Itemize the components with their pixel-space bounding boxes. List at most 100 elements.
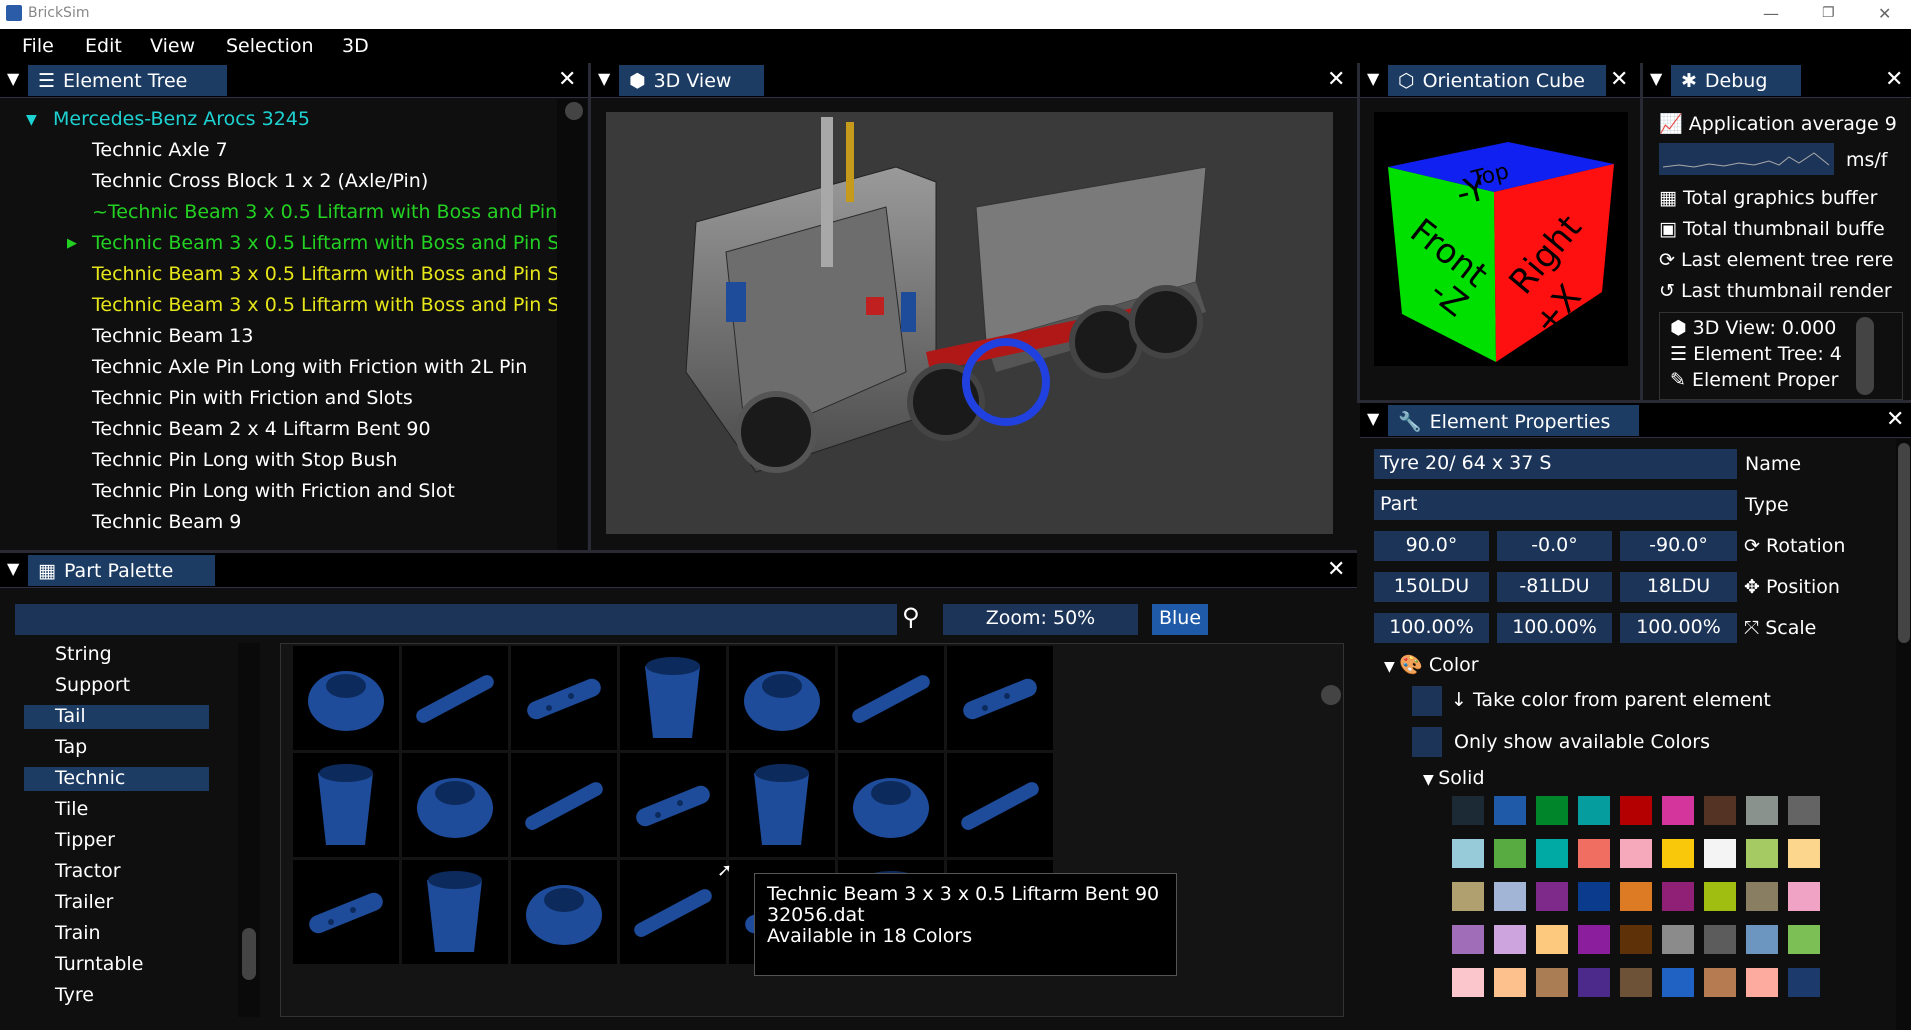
part-search-input[interactable] [15,604,897,635]
tree-item[interactable]: Technic Axle 7 [92,139,228,165]
color-swatch[interactable] [1746,839,1778,868]
color-swatch[interactable] [1494,796,1526,825]
part-thumbnail[interactable] [402,753,508,857]
tree-item[interactable]: Technic Pin with Friction and Slots [92,387,413,413]
part-thumbnail[interactable] [402,646,508,750]
minimize-button[interactable]: — [1763,4,1779,23]
part-thumbnail[interactable] [293,646,399,750]
color-swatch[interactable] [1620,925,1652,954]
panel-menu-icon[interactable]: ▼ [1367,409,1379,428]
part-grid-scroll-thumb[interactable] [1321,685,1341,705]
menu-file[interactable]: File [22,35,54,57]
type-field[interactable]: Part [1374,490,1737,520]
color-swatch[interactable] [1452,925,1484,954]
color-swatch[interactable] [1704,882,1736,911]
tree-item[interactable]: Technic Pin Long with Stop Bush [92,449,397,475]
color-swatch[interactable] [1662,968,1694,997]
color-swatch[interactable] [1662,796,1694,825]
category-item[interactable]: Tipper [24,829,209,853]
color-swatch[interactable] [1620,839,1652,868]
tree-scrollbar[interactable] [557,99,587,550]
menu-view[interactable]: View [150,35,195,57]
tree-item[interactable]: Technic Beam 3 x 0.5 Liftarm with Boss a… [92,294,559,320]
scale-z-field[interactable]: 100.00% [1620,613,1737,643]
category-item[interactable]: Technic [24,767,209,791]
color-swatch[interactable] [1536,796,1568,825]
close-panel-button[interactable]: ✕ [1327,557,1345,582]
color-swatch[interactable] [1704,796,1736,825]
panel-menu-icon[interactable]: ▼ [7,559,19,578]
color-swatch[interactable] [1494,839,1526,868]
color-swatch[interactable] [1746,925,1778,954]
color-swatch[interactable] [1788,882,1820,911]
search-icon[interactable]: ⚲ [902,603,920,631]
color-swatch[interactable] [1788,839,1820,868]
part-thumbnail[interactable] [511,860,617,964]
name-field[interactable]: Tyre 20/ 64 x 37 S [1374,449,1737,479]
color-swatch[interactable] [1452,796,1484,825]
part-thumbnail[interactable] [729,646,835,750]
color-swatch[interactable] [1536,839,1568,868]
restore-button[interactable]: ❐ [1822,5,1835,21]
tree-root-item[interactable]: Mercedes-Benz Arocs 3245 [53,108,310,134]
color-swatch[interactable] [1662,925,1694,954]
menu-edit[interactable]: Edit [85,35,122,57]
color-swatch[interactable] [1578,796,1610,825]
panel-menu-icon[interactable]: ▼ [7,69,19,88]
color-swatch[interactable] [1452,968,1484,997]
tab-part-palette[interactable]: ▦ Part Palette [28,555,215,586]
color-swatch[interactable] [1704,839,1736,868]
close-panel-button[interactable]: ✕ [558,67,576,92]
color-swatch[interactable] [1788,925,1820,954]
rotation-x-field[interactable]: 90.0° [1374,531,1489,561]
expand-arrow-icon[interactable]: ▶ [67,232,77,258]
tab-debug[interactable]: ✱ Debug [1671,65,1801,96]
part-thumbnail[interactable] [729,753,835,857]
color-swatch[interactable] [1452,839,1484,868]
color-swatch[interactable] [1788,796,1820,825]
position-z-field[interactable]: 18LDU [1620,572,1737,602]
color-swatch[interactable] [1746,882,1778,911]
panel-menu-icon[interactable]: ▼ [1367,69,1379,88]
color-swatch[interactable] [1494,925,1526,954]
tab-3d-view[interactable]: ⬢ 3D View [619,65,764,96]
part-thumbnail[interactable] [293,753,399,857]
color-swatch[interactable] [1746,968,1778,997]
tree-item[interactable]: Technic Axle Pin Long with Friction with… [92,356,527,382]
color-swatch[interactable] [1536,968,1568,997]
color-swatch[interactable] [1704,925,1736,954]
properties-scroll-thumb[interactable] [1898,443,1910,643]
panel-menu-icon[interactable]: ▼ [1650,69,1662,88]
color-swatch[interactable] [1578,839,1610,868]
tree-item[interactable]: Technic Beam 13 [92,325,253,351]
menu-selection[interactable]: Selection [226,35,314,57]
close-panel-button[interactable]: ✕ [1885,67,1903,92]
category-item[interactable]: Support [24,674,209,698]
color-swatch[interactable] [1620,796,1652,825]
category-scroll-thumb[interactable] [242,928,256,980]
color-swatch[interactable] [1536,882,1568,911]
color-swatch[interactable] [1620,882,1652,911]
take-color-checkbox[interactable] [1412,686,1442,716]
tree-item[interactable]: Technic Beam 3 x 0.5 Liftarm with Boss a… [92,232,559,258]
only-available-checkbox[interactable] [1412,727,1442,757]
category-item[interactable]: Tail [24,705,209,729]
category-item[interactable]: Train [24,922,209,946]
tab-element-tree[interactable]: ☰ Element Tree [28,65,227,96]
tree-scroll-thumb[interactable] [565,102,583,120]
tree-item[interactable]: Technic Cross Block 1 x 2 (Axle/Pin) [92,170,428,196]
category-item[interactable]: Turntable [24,953,209,977]
position-y-field[interactable]: -81LDU [1497,572,1612,602]
tree-item[interactable]: Technic Beam 3 x 0.5 Liftarm with Boss a… [92,263,559,289]
scale-y-field[interactable]: 100.00% [1497,613,1612,643]
color-select-button[interactable]: Blue [1152,604,1208,635]
tree-item[interactable]: Technic Beam 9 [92,511,241,537]
category-item[interactable]: Tyre [24,984,209,1008]
tree-item[interactable]: Technic Pin Long with Friction and Slot [92,480,455,506]
tab-orientation-cube[interactable]: ⬡ Orientation Cube [1388,65,1606,96]
close-panel-button[interactable]: ✕ [1886,407,1904,432]
color-swatch[interactable] [1746,796,1778,825]
zoom-slider[interactable]: Zoom: 50% [943,604,1138,635]
part-thumbnail[interactable] [511,646,617,750]
tree-item[interactable]: Technic Beam 2 x 4 Liftarm Bent 90 [92,418,431,444]
